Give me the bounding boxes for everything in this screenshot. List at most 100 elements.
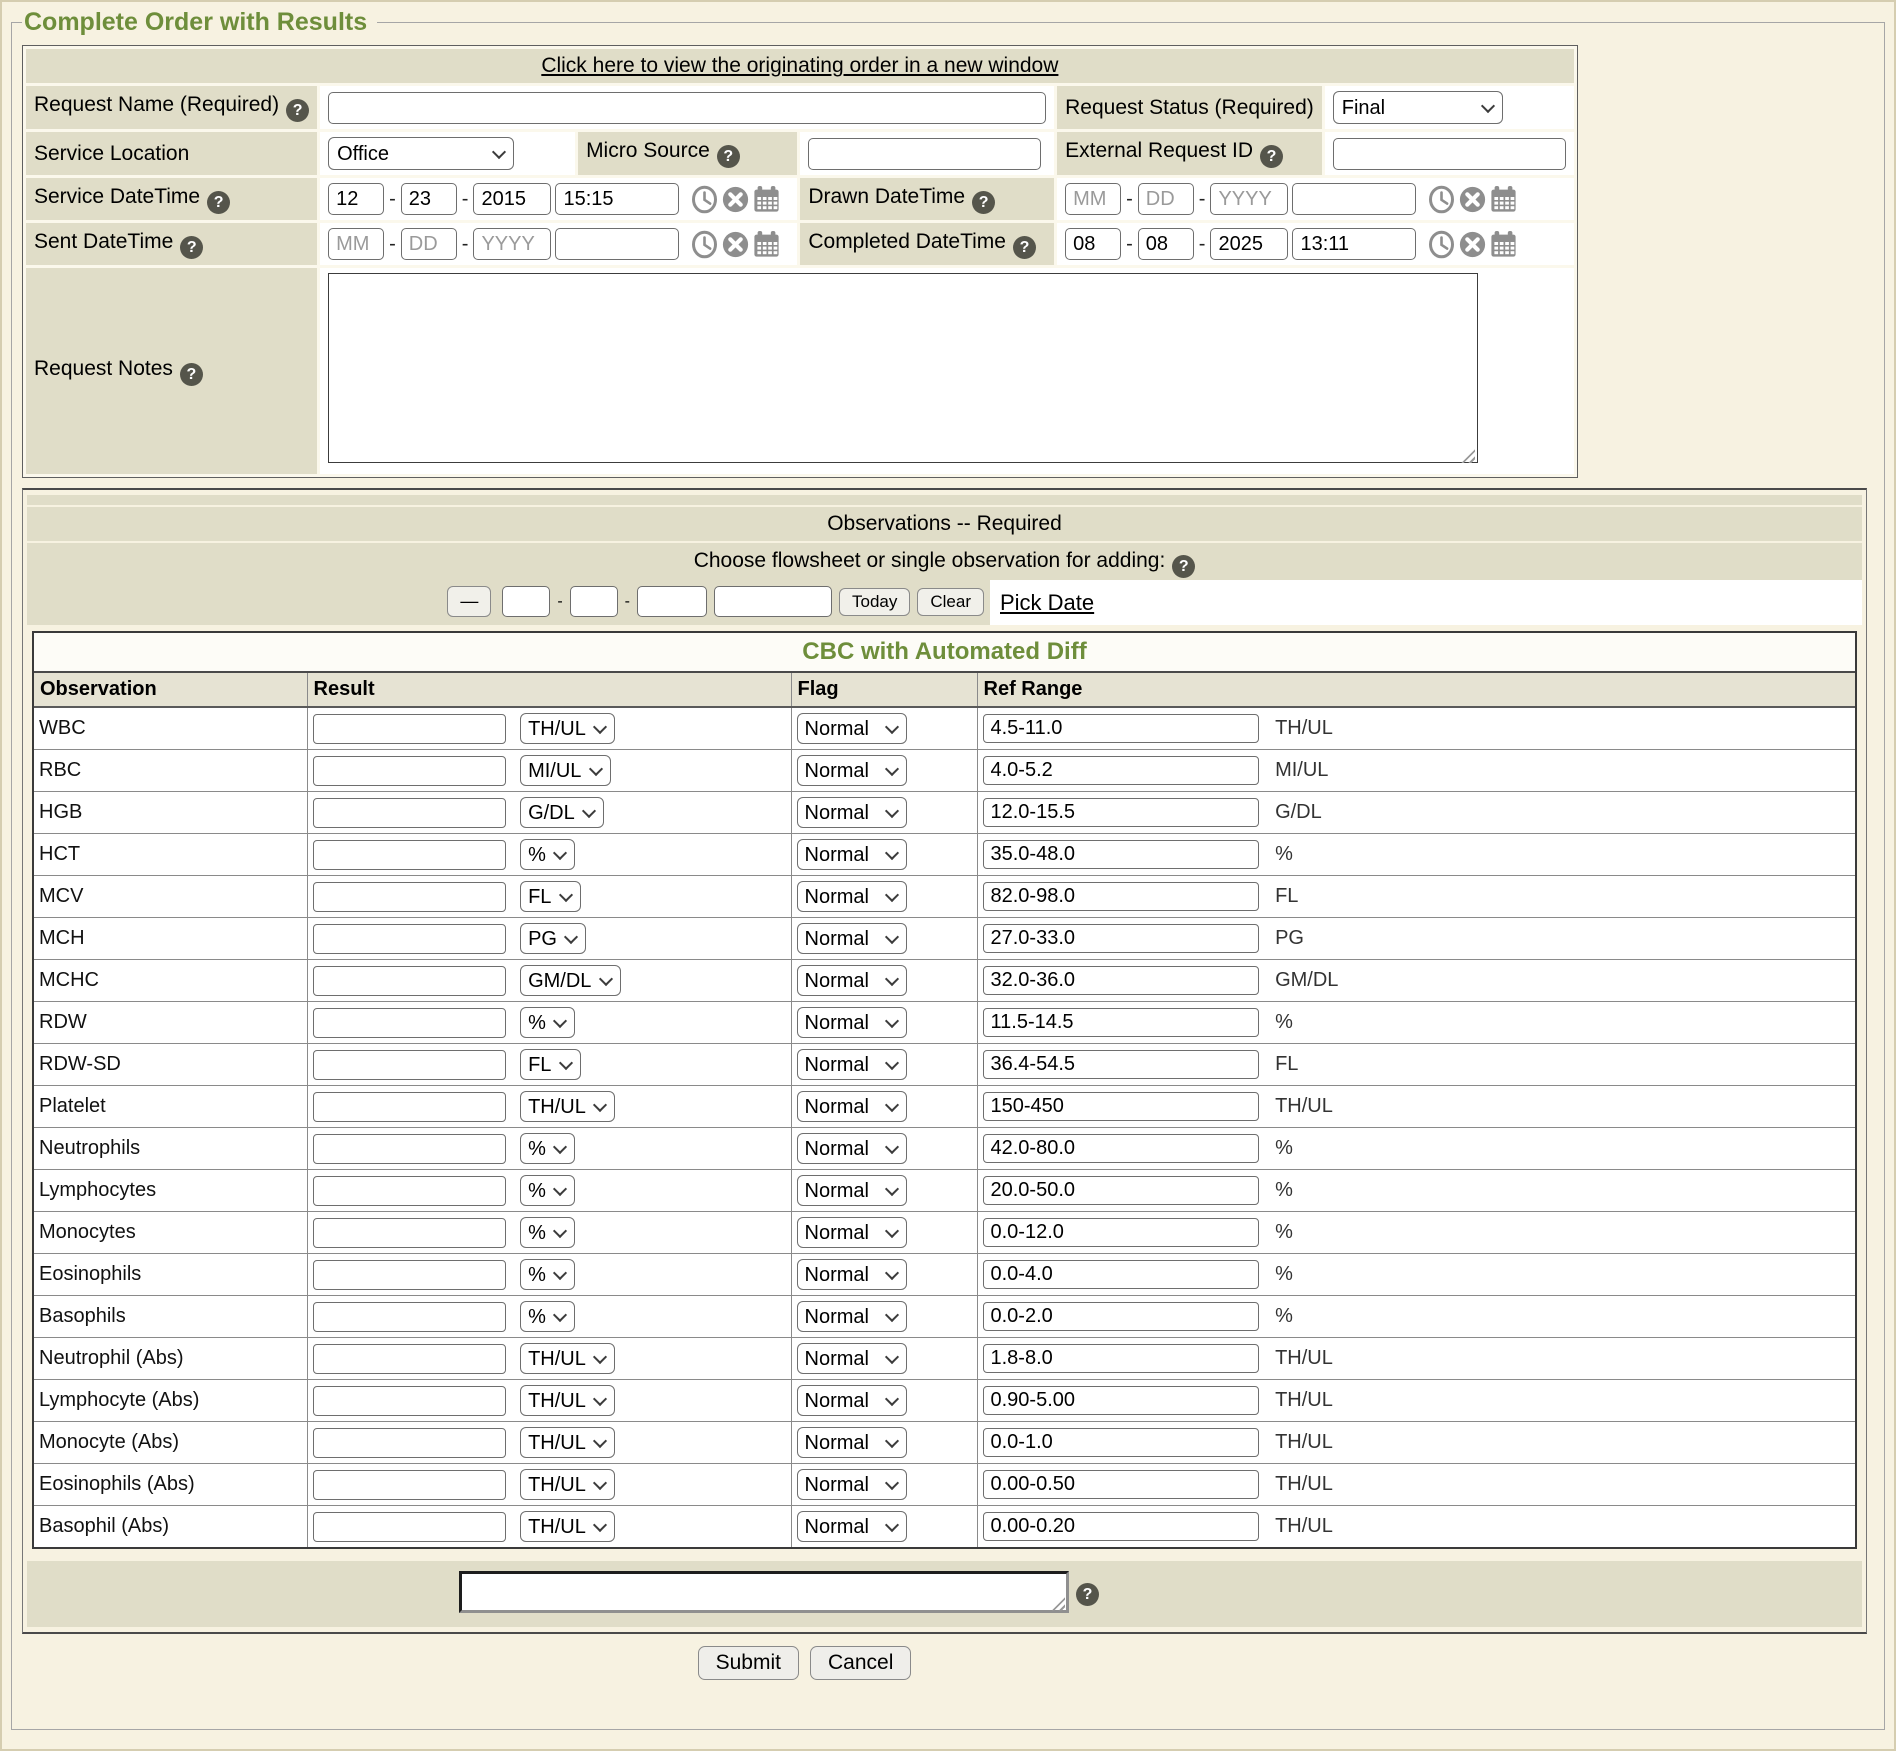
- result-input[interactable]: [313, 1428, 506, 1458]
- flag-select[interactable]: Normal: [797, 1259, 907, 1290]
- help-icon[interactable]: [180, 363, 203, 386]
- bottom-note-input[interactable]: [459, 1571, 1069, 1613]
- cancel-button[interactable]: Cancel: [810, 1646, 911, 1680]
- flag-select[interactable]: Normal: [797, 1343, 907, 1374]
- result-unit-select[interactable]: TH/UL: [520, 1091, 615, 1122]
- calendar-icon[interactable]: [753, 230, 780, 258]
- picker-dd-input[interactable]: [570, 586, 618, 617]
- sent-datetime-mm-input[interactable]: [328, 228, 384, 260]
- result-unit-select[interactable]: FL: [520, 1049, 581, 1080]
- result-unit-select[interactable]: PG: [520, 923, 586, 954]
- completed-datetime-yyyy-input[interactable]: [1210, 228, 1288, 260]
- service-datetime-dd-input[interactable]: [401, 183, 457, 215]
- help-icon[interactable]: [1172, 555, 1195, 578]
- ref-range-input[interactable]: [983, 1302, 1259, 1331]
- picker-mm-input[interactable]: [502, 586, 550, 617]
- flag-select[interactable]: Normal: [797, 1091, 907, 1122]
- result-unit-select[interactable]: MI/UL: [520, 755, 611, 786]
- picker-time-input[interactable]: [714, 586, 832, 617]
- result-unit-select[interactable]: TH/UL: [520, 1427, 615, 1458]
- result-unit-select[interactable]: TH/UL: [520, 1511, 615, 1542]
- result-input[interactable]: [313, 840, 506, 870]
- result-input[interactable]: [313, 966, 506, 996]
- result-unit-select[interactable]: G/DL: [520, 797, 604, 828]
- flag-select[interactable]: Normal: [797, 1217, 907, 1248]
- service-location-select[interactable]: Office: [328, 137, 514, 170]
- ref-range-input[interactable]: [983, 1176, 1259, 1205]
- help-icon[interactable]: [1260, 145, 1283, 168]
- flag-select[interactable]: Normal: [797, 965, 907, 996]
- ref-range-input[interactable]: [983, 1092, 1259, 1121]
- help-icon[interactable]: [972, 191, 995, 214]
- ref-range-input[interactable]: [983, 882, 1259, 911]
- micro-source-input[interactable]: [808, 138, 1041, 170]
- result-input[interactable]: [313, 1092, 506, 1122]
- ref-range-input[interactable]: [983, 966, 1259, 995]
- result-input[interactable]: [313, 714, 506, 744]
- ref-range-input[interactable]: [983, 798, 1259, 827]
- remove-button[interactable]: —: [447, 586, 491, 617]
- flag-select[interactable]: Normal: [797, 755, 907, 786]
- submit-button[interactable]: Submit: [698, 1646, 799, 1680]
- clock-icon[interactable]: [1428, 230, 1455, 259]
- result-unit-select[interactable]: %: [520, 1301, 575, 1332]
- result-input[interactable]: [313, 1008, 506, 1038]
- clock-icon[interactable]: [1428, 185, 1455, 214]
- clock-icon[interactable]: [691, 230, 718, 259]
- sent-datetime-yyyy-input[interactable]: [473, 228, 551, 260]
- drawn-datetime-dd-input[interactable]: [1138, 183, 1194, 215]
- result-unit-select[interactable]: TH/UL: [520, 1469, 615, 1500]
- result-unit-select[interactable]: FL: [520, 881, 581, 912]
- ref-range-input[interactable]: [983, 1134, 1259, 1163]
- result-input[interactable]: [313, 1344, 506, 1374]
- view-originating-order-link[interactable]: Click here to view the originating order…: [541, 54, 1058, 77]
- result-input[interactable]: [313, 882, 506, 912]
- ref-range-input[interactable]: [983, 756, 1259, 785]
- result-unit-select[interactable]: %: [520, 1175, 575, 1206]
- drawn-datetime-yyyy-input[interactable]: [1210, 183, 1288, 215]
- result-input[interactable]: [313, 1260, 506, 1290]
- clear-button[interactable]: Clear: [917, 588, 984, 616]
- flag-select[interactable]: Normal: [797, 1007, 907, 1038]
- help-icon[interactable]: [1076, 1583, 1099, 1606]
- ref-range-input[interactable]: [983, 1218, 1259, 1247]
- flag-select[interactable]: Normal: [797, 881, 907, 912]
- completed-datetime-mm-input[interactable]: [1065, 228, 1121, 260]
- result-input[interactable]: [313, 924, 506, 954]
- result-unit-select[interactable]: TH/UL: [520, 713, 615, 744]
- result-input[interactable]: [313, 798, 506, 828]
- result-input[interactable]: [313, 1050, 506, 1080]
- help-icon[interactable]: [717, 145, 740, 168]
- flag-select[interactable]: Normal: [797, 1469, 907, 1500]
- service-datetime-mm-input[interactable]: [328, 183, 384, 215]
- flag-select[interactable]: Normal: [797, 1175, 907, 1206]
- result-input[interactable]: [313, 1302, 506, 1332]
- result-unit-select[interactable]: %: [520, 1007, 575, 1038]
- flag-select[interactable]: Normal: [797, 797, 907, 828]
- calendar-icon[interactable]: [1490, 185, 1517, 213]
- ref-range-input[interactable]: [983, 1260, 1259, 1289]
- external-request-id-input[interactable]: [1333, 138, 1566, 170]
- today-button[interactable]: Today: [839, 588, 910, 616]
- sent-datetime-time-input[interactable]: [555, 228, 679, 260]
- flag-select[interactable]: Normal: [797, 1133, 907, 1164]
- result-unit-select[interactable]: %: [520, 1133, 575, 1164]
- drawn-datetime-mm-input[interactable]: [1065, 183, 1121, 215]
- clear-circle-icon[interactable]: [1459, 231, 1486, 258]
- ref-range-input[interactable]: [983, 1050, 1259, 1079]
- completed-datetime-time-input[interactable]: [1292, 228, 1416, 260]
- result-unit-select[interactable]: GM/DL: [520, 965, 621, 996]
- help-icon[interactable]: [180, 236, 203, 259]
- service-datetime-time-input[interactable]: [555, 183, 679, 215]
- ref-range-input[interactable]: [983, 924, 1259, 953]
- result-input[interactable]: [313, 1134, 506, 1164]
- pick-date-link[interactable]: Pick Date: [1000, 590, 1094, 616]
- clear-circle-icon[interactable]: [1459, 186, 1486, 213]
- calendar-icon[interactable]: [1490, 230, 1517, 258]
- clear-circle-icon[interactable]: [722, 231, 749, 258]
- flag-select[interactable]: Normal: [797, 1511, 907, 1542]
- flag-select[interactable]: Normal: [797, 1427, 907, 1458]
- help-icon[interactable]: [1013, 236, 1036, 259]
- ref-range-input[interactable]: [983, 1512, 1259, 1541]
- result-unit-select[interactable]: TH/UL: [520, 1343, 615, 1374]
